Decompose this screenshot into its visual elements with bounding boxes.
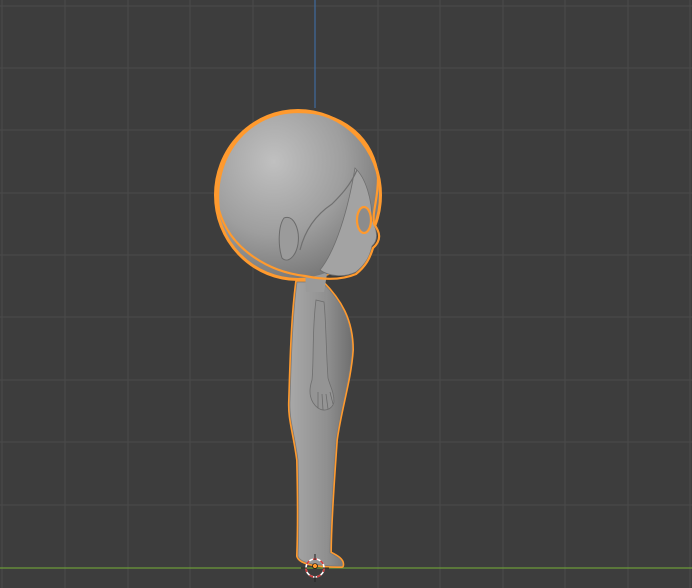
- model-eye: [355, 205, 373, 235]
- viewport-canvas[interactable]: [0, 0, 692, 588]
- object-origin-point: [312, 563, 318, 569]
- 3d-viewport[interactable]: [0, 0, 692, 588]
- viewport-grid: [0, 0, 692, 588]
- character-model[interactable]: [214, 109, 382, 568]
